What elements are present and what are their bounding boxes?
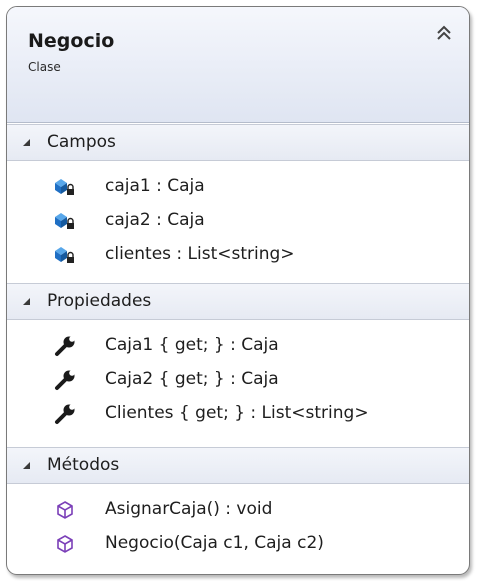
- method-cube-icon: [53, 499, 77, 521]
- section-header-metodos[interactable]: Métodos: [7, 447, 469, 484]
- wrench-property-icon: [53, 335, 77, 357]
- section-header-campos[interactable]: Campos: [7, 124, 469, 161]
- double-chevron-up-icon[interactable]: [435, 23, 453, 43]
- class-kind: Clase: [28, 60, 61, 74]
- section-label: Propiedades: [47, 291, 152, 311]
- member-text: clientes : List<string>: [105, 244, 295, 264]
- section-header-propiedades[interactable]: Propiedades: [7, 283, 469, 320]
- member-text: AsignarCaja() : void: [105, 499, 273, 519]
- member-text: Caja1 { get; } : Caja: [105, 335, 279, 355]
- section-label: Métodos: [47, 455, 120, 475]
- member-text: Caja2 { get; } : Caja: [105, 369, 279, 389]
- class-name: Negocio: [28, 30, 115, 52]
- expanded-triangle-icon[interactable]: [23, 462, 30, 469]
- method-item[interactable]: Negocio(Caja c1, Caja c2): [7, 527, 469, 561]
- property-item[interactable]: Caja2 { get; } : Caja: [7, 363, 469, 397]
- private-field-icon: [53, 244, 77, 266]
- method-cube-icon: [53, 533, 77, 555]
- field-item[interactable]: caja2 : Caja: [7, 204, 469, 238]
- section-label: Campos: [47, 132, 116, 152]
- wrench-property-icon: [53, 403, 77, 425]
- class-header[interactable]: Negocio Clase: [7, 7, 469, 123]
- property-item[interactable]: Caja1 { get; } : Caja: [7, 329, 469, 363]
- expanded-triangle-icon[interactable]: [23, 139, 30, 146]
- member-text: caja1 : Caja: [105, 176, 205, 196]
- wrench-property-icon: [53, 369, 77, 391]
- class-diagram-box[interactable]: Negocio Clase Campos caja1 : Caja caja2 …: [6, 6, 470, 575]
- member-text: Negocio(Caja c1, Caja c2): [105, 533, 324, 553]
- method-item[interactable]: AsignarCaja() : void: [7, 493, 469, 527]
- expanded-triangle-icon[interactable]: [23, 298, 30, 305]
- field-item[interactable]: clientes : List<string>: [7, 238, 469, 272]
- property-item[interactable]: Clientes { get; } : List<string>: [7, 397, 469, 431]
- member-text: caja2 : Caja: [105, 210, 205, 230]
- private-field-icon: [53, 210, 77, 232]
- private-field-icon: [53, 176, 77, 198]
- field-item[interactable]: caja1 : Caja: [7, 170, 469, 204]
- member-text: Clientes { get; } : List<string>: [105, 403, 369, 423]
